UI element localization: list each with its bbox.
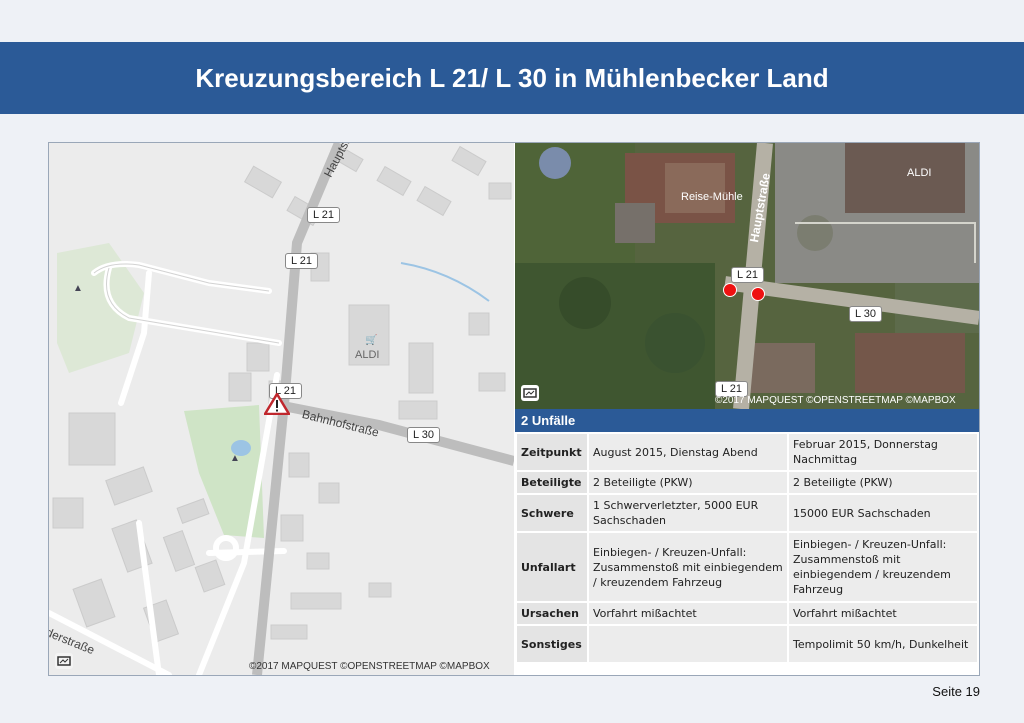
l30-label: L 30 (407, 427, 441, 443)
cart-icon: 🛒 (365, 335, 378, 346)
satellite-map[interactable]: Reise-Mühle ALDI Hauptstraße L 21 L 30 L… (515, 143, 979, 409)
map-credit[interactable]: ©2017 MAPQUEST ©OPENSTREETMAP ©MAPBOX (249, 661, 490, 672)
accident-table: Zeitpunkt August 2015, Dienstag Abend Fe… (515, 432, 979, 664)
accident-marker[interactable] (751, 287, 765, 301)
page-title: Kreuzungsbereich L 21/ L 30 in Mühlenbec… (195, 62, 829, 93)
cell-accident-2: Tempolimit 50 km/h, Dunkelheit (787, 624, 979, 664)
l21-label-top: L 21 (307, 207, 341, 223)
layers-button[interactable] (55, 653, 73, 669)
street-map[interactable]: L 21 L 21 L 21 L 30 Hauptstraße Bahnhofs… (49, 143, 514, 675)
sat-l21-label-top: L 21 (731, 267, 765, 283)
tree-icon: ▲ (230, 453, 240, 464)
sat-label-reise-muehle: Reise-Mühle (681, 191, 743, 203)
accident-info: 2 Unfälle Zeitpunkt August 2015, Diensta… (515, 409, 979, 675)
layers-icon (523, 388, 537, 398)
sat-label-aldi: ALDI (907, 167, 932, 179)
title-bar: Kreuzungsbereich L 21/ L 30 in Mühlenbec… (0, 42, 1024, 114)
table-row: Ursachen Vorfahrt mißachtet Vorfahrt miß… (515, 601, 979, 626)
row-label: Unfallart (515, 531, 589, 603)
sat-l30-label: L 30 (849, 306, 883, 322)
cell-accident-2: 2 Beteiligte (PKW) (787, 470, 979, 495)
poi-aldi: ALDI (355, 349, 380, 361)
content-panel: L 21 L 21 L 21 L 30 Hauptstraße Bahnhofs… (48, 142, 980, 676)
cell-accident-1: 2 Beteiligte (PKW) (587, 470, 789, 495)
l21-label-mid: L 21 (285, 253, 319, 269)
cell-accident-2: Einbiegen- / Kreuzen-Unfall: Zusammensto… (787, 531, 979, 603)
row-label: Sonstiges (515, 624, 589, 664)
cell-accident-2: Vorfahrt mißachtet (787, 601, 979, 626)
accident-count-header: 2 Unfälle (515, 409, 979, 432)
page-number: Seite 19 (932, 684, 980, 699)
cell-accident-2: Februar 2015, Donnerstag Nachmittag (787, 432, 979, 472)
accident-marker[interactable] (723, 283, 737, 297)
cell-accident-1: August 2015, Dienstag Abend (587, 432, 789, 472)
row-label: Beteiligte (515, 470, 589, 495)
table-row: Zeitpunkt August 2015, Dienstag Abend Fe… (515, 432, 979, 472)
table-row: Schwere 1 Schwerverletzter, 5000 EUR Sac… (515, 493, 979, 533)
row-label: Ursachen (515, 601, 589, 626)
sat-map-credit[interactable]: ©2017 MAPQUEST ©OPENSTREETMAP ©MAPBOX (715, 395, 956, 406)
table-row: Beteiligte 2 Beteiligte (PKW) 2 Beteilig… (515, 470, 979, 495)
cell-accident-1: Einbiegen- / Kreuzen-Unfall: Zusammensto… (587, 531, 789, 603)
layers-icon (57, 656, 71, 666)
cell-accident-1: 1 Schwerverletzter, 5000 EUR Sachschaden (587, 493, 789, 533)
sat-layers-button[interactable] (521, 385, 539, 401)
cell-accident-2: 15000 EUR Sachschaden (787, 493, 979, 533)
warning-triangle-icon[interactable] (264, 393, 290, 415)
row-label: Schwere (515, 493, 589, 533)
cell-accident-1 (587, 624, 789, 664)
tree-icon: ▲ (73, 283, 83, 294)
row-label: Zeitpunkt (515, 432, 589, 472)
cell-accident-1: Vorfahrt mißachtet (587, 601, 789, 626)
table-row: Unfallart Einbiegen- / Kreuzen-Unfall: Z… (515, 531, 979, 603)
table-row: Sonstiges Tempolimit 50 km/h, Dunkelheit (515, 624, 979, 664)
